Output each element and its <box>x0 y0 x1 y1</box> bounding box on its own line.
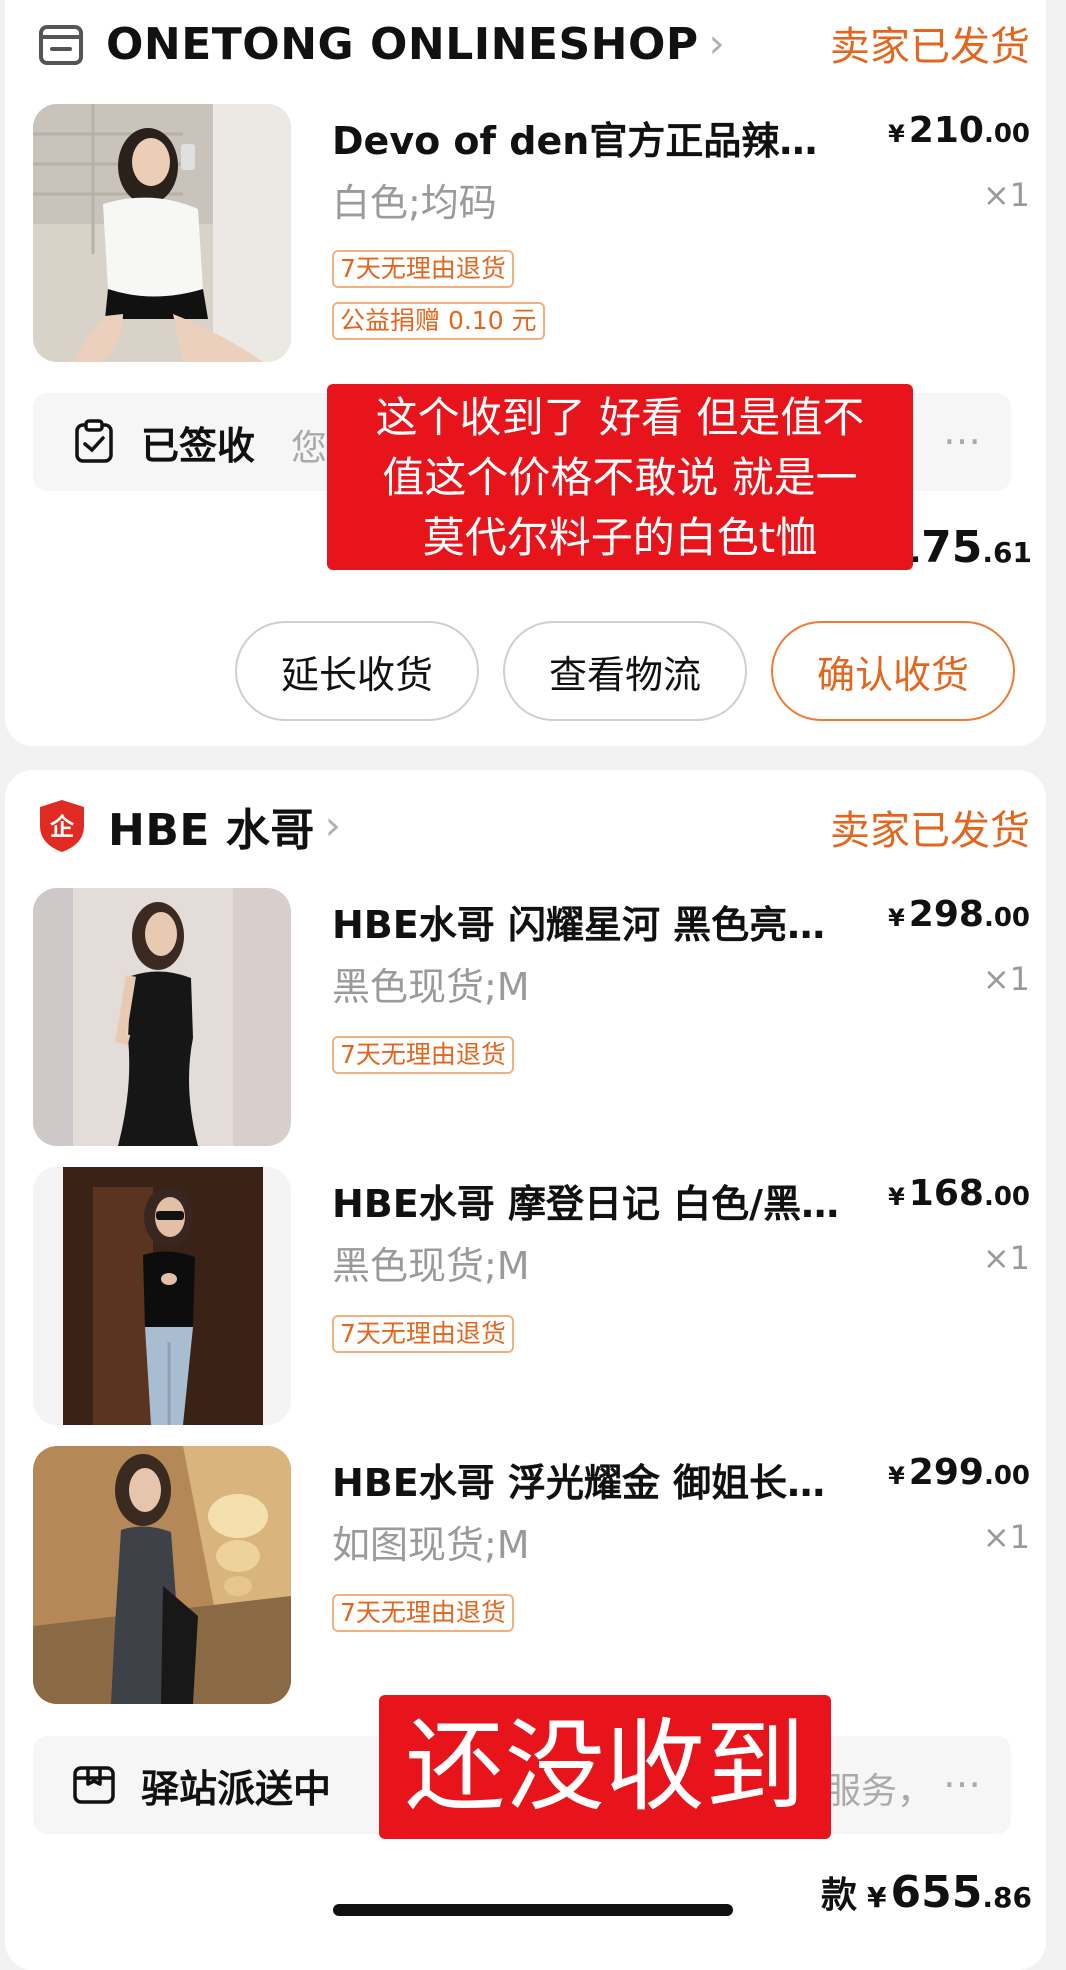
chevron-right-icon[interactable]: › <box>709 21 725 67</box>
return-policy-tag: 7天无理由退货 <box>332 1594 514 1632</box>
store-icon <box>36 19 86 69</box>
product-spec: 如图现货;M <box>332 1523 530 1567</box>
product-price: ¥298.00 <box>888 894 1030 935</box>
product-title[interactable]: HBE水哥 摩登日记 白色/黑… <box>332 1173 852 1228</box>
product-image-gold-long-dress[interactable] <box>33 1446 291 1704</box>
package-box-icon <box>71 1762 117 1808</box>
product-image-white-tshirt[interactable] <box>33 104 291 362</box>
product-image-black-sparkle-dress[interactable] <box>33 888 291 1146</box>
logistics-status: 已签收 <box>141 424 256 468</box>
order-status: 卖家已发货 <box>830 808 1030 854</box>
overlay-line: 莫代尔料子的白色t恤 <box>422 513 818 562</box>
more-icon[interactable]: … <box>943 1752 983 1796</box>
return-policy-tag: 7天无理由退货 <box>332 1315 514 1353</box>
shop-name[interactable]: ONETONG ONLINESHOP <box>106 19 699 70</box>
shop-header-hbe[interactable]: 企 HBE 水哥 › <box>36 796 341 856</box>
price-decimal: .00 <box>983 903 1030 933</box>
total-decimal: .61 <box>982 536 1032 569</box>
order-total: 款 ¥655.86 <box>821 1866 1032 1918</box>
product-quantity: ×1 <box>982 1518 1030 1556</box>
logistics-status: 驿站派送中 <box>141 1767 332 1811</box>
price-integer: 299 <box>908 1452 984 1493</box>
product-price: ¥168.00 <box>888 1173 1030 1214</box>
currency-symbol: ¥ <box>888 1183 905 1211</box>
shield-qi-icon: 企 <box>36 798 88 854</box>
annotation-overlay-not-received: 还没收到 <box>379 1695 831 1839</box>
total-label: 款 <box>821 1875 858 1916</box>
product-image-black-cutout-top[interactable] <box>33 1167 291 1425</box>
order-status: 卖家已发货 <box>830 24 1030 70</box>
currency-symbol: ¥ <box>888 904 905 932</box>
extend-receipt-button[interactable]: 延长收货 <box>235 621 479 721</box>
product-spec: 黑色现货;M <box>332 965 530 1009</box>
view-logistics-button[interactable]: 查看物流 <box>503 621 747 721</box>
return-policy-tag: 7天无理由退货 <box>332 250 514 288</box>
overlay-line: 这个收到了 好看 但是值不 <box>375 393 865 442</box>
total-integer: 655 <box>890 1867 983 1918</box>
product-title[interactable]: HBE水哥 闪耀星河 黑色亮… <box>332 894 852 949</box>
return-policy-tag: 7天无理由退货 <box>332 1036 514 1074</box>
price-integer: 168 <box>908 1173 984 1214</box>
charity-donation-tag: 公益捐赠 0.10 元 <box>332 302 545 340</box>
currency-symbol: ¥ <box>888 1462 905 1490</box>
currency-symbol: ¥ <box>888 120 905 148</box>
total-decimal: .86 <box>982 1881 1032 1914</box>
annotation-overlay-received: 这个收到了 好看 但是值不 值这个价格不敢说 就是一 莫代尔料子的白色t恤 <box>327 384 913 570</box>
price-decimal: .00 <box>983 1461 1030 1491</box>
clipboard-check-icon <box>71 419 117 465</box>
product-spec: 黑色现货;M <box>332 1244 530 1288</box>
home-indicator[interactable] <box>333 1904 733 1916</box>
svg-text:企: 企 <box>50 813 75 841</box>
overlay-line: 值这个价格不敢说 就是一 <box>382 453 858 502</box>
more-icon[interactable]: … <box>943 409 983 453</box>
price-integer: 298 <box>908 894 984 935</box>
product-title[interactable]: HBE水哥 浮光耀金 御姐长… <box>332 1452 852 1507</box>
logistics-detail: 服务， <box>825 1771 934 1812</box>
confirm-receipt-button[interactable]: 确认收货 <box>771 621 1015 721</box>
product-quantity: ×1 <box>982 1239 1030 1277</box>
price-decimal: .00 <box>983 119 1030 149</box>
logistics-detail: 您 <box>291 428 328 469</box>
currency-symbol: ¥ <box>867 1881 887 1914</box>
product-title[interactable]: Devo of den官方正品辣妹… <box>332 110 852 165</box>
price-integer: 210 <box>908 110 984 151</box>
product-quantity: ×1 <box>982 176 1030 214</box>
shop-name[interactable]: HBE 水哥 <box>108 794 315 858</box>
product-spec: 白色;均码 <box>332 181 497 225</box>
price-decimal: .00 <box>983 1182 1030 1212</box>
product-quantity: ×1 <box>982 960 1030 998</box>
product-price: ¥299.00 <box>888 1452 1030 1493</box>
chevron-right-icon[interactable]: › <box>325 803 341 849</box>
product-price: ¥210.00 <box>888 110 1030 151</box>
shop-header-onetong[interactable]: ONETONG ONLINESHOP › <box>36 14 725 74</box>
